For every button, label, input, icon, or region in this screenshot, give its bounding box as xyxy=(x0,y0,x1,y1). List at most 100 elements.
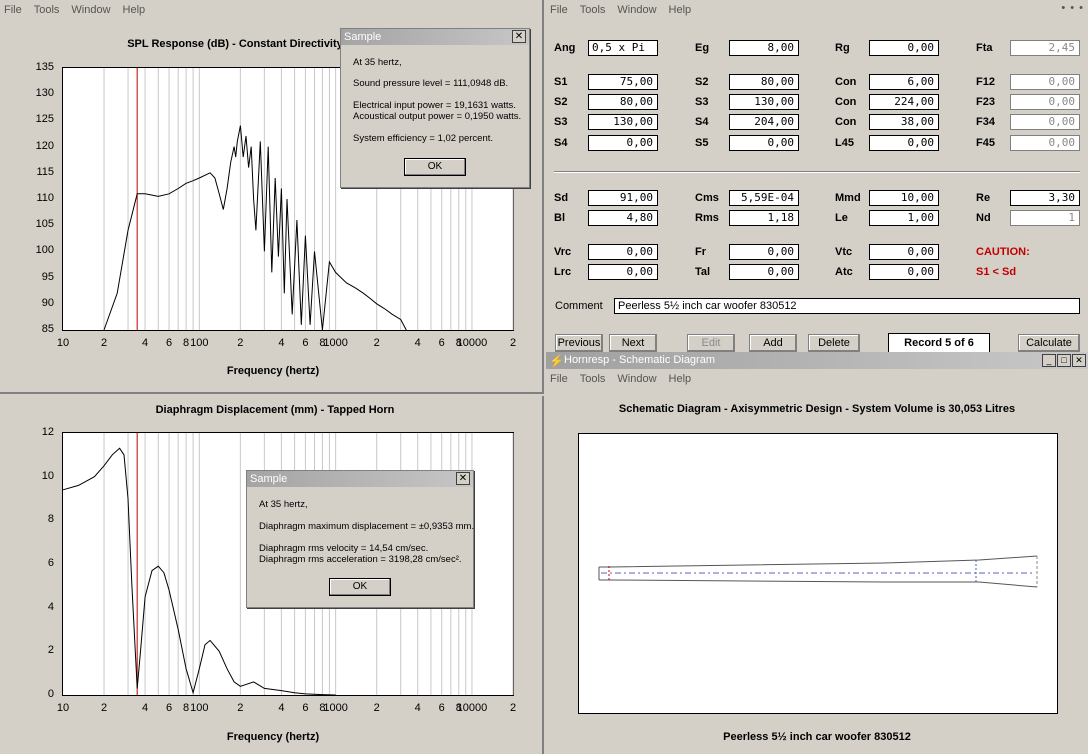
field-vtc[interactable]: 0,00 xyxy=(869,244,939,260)
menu-tools[interactable]: Tools xyxy=(34,4,60,16)
params-menubar: File Tools Window Help xyxy=(546,0,1088,20)
field-fr[interactable]: 0,00 xyxy=(729,244,799,260)
maximize-icon[interactable]: □ xyxy=(1057,354,1071,367)
menu-help[interactable]: Help xyxy=(669,4,692,16)
record-indicator: Record 5 of 6 xyxy=(888,333,990,353)
schematic-window-title: Hornresp - Schematic Diagram xyxy=(564,354,715,366)
label-s4: S4 xyxy=(695,116,709,128)
field-atc[interactable]: 0,00 xyxy=(869,264,939,280)
field-s3b[interactable]: 130,00 xyxy=(588,114,658,130)
field-lrc[interactable]: 0,00 xyxy=(588,264,658,280)
menu-help[interactable]: Help xyxy=(669,373,692,385)
y-tick-label: 115 xyxy=(36,165,54,178)
x-tick-label: 2 xyxy=(100,702,108,714)
close-icon[interactable]: ✕ xyxy=(456,472,470,485)
field-s4[interactable]: 204,00 xyxy=(729,114,799,130)
schematic-titlebar: ⚡ Hornresp - Schematic Diagram _ □ ✕ xyxy=(546,352,1088,369)
y-tick-label: 130 xyxy=(35,87,54,100)
menu-file[interactable]: File xyxy=(4,4,22,16)
x-tick-label: 10000 xyxy=(456,337,488,349)
y-tick-label: 10 xyxy=(41,469,54,482)
y-tick-label: 120 xyxy=(35,139,54,152)
field-cms[interactable]: 5,59E-04 xyxy=(729,190,799,206)
field-fta[interactable]: 2,45 xyxy=(1010,40,1080,56)
dialog-line: At 35 hertz, xyxy=(353,57,402,68)
close-icon[interactable]: ✕ xyxy=(512,30,526,43)
horn-outline-top xyxy=(599,555,1038,568)
field-con-1[interactable]: 6,00 xyxy=(869,74,939,90)
y-tick-label: 4 xyxy=(47,600,54,613)
horn-outline-bottom xyxy=(599,579,1038,588)
label-fta: Fta xyxy=(976,42,993,54)
field-re[interactable]: 3,30 xyxy=(1010,190,1080,206)
previous-button[interactable]: Previous xyxy=(555,334,603,352)
menu-window[interactable]: Window xyxy=(617,4,656,16)
field-f34[interactable]: 0,00 xyxy=(1010,114,1080,130)
comment-field[interactable]: Peerless 5½ inch car woofer 830512 xyxy=(614,298,1080,314)
menu-window[interactable]: Window xyxy=(71,4,110,16)
field-f23[interactable]: 0,00 xyxy=(1010,94,1080,110)
label-s2: S2 xyxy=(695,76,709,88)
menu-file[interactable]: File xyxy=(550,373,568,385)
field-s4b[interactable]: 0,00 xyxy=(588,135,658,151)
dialog-line: Acoustical output power = 0,1950 watts. xyxy=(353,111,522,122)
field-l45[interactable]: 0,00 xyxy=(869,135,939,151)
field-tal[interactable]: 0,00 xyxy=(729,264,799,280)
dialog-line: At 35 hertz, xyxy=(259,499,308,510)
menu-help[interactable]: Help xyxy=(123,4,146,16)
ok-button[interactable]: OK xyxy=(404,158,466,176)
y-tick-label: 125 xyxy=(35,113,54,126)
label-s3: S3 xyxy=(554,116,568,128)
field-s2b[interactable]: 80,00 xyxy=(588,94,658,110)
field-rg[interactable]: 0,00 xyxy=(869,40,939,56)
label-vtc: Vtc xyxy=(835,246,853,258)
field-bl[interactable]: 4,80 xyxy=(588,210,658,226)
field-con-2[interactable]: 224,00 xyxy=(869,94,939,110)
disp-title: Diaphragm Displacement (mm) - Tapped Hor… xyxy=(155,404,395,416)
label-rg: Rg xyxy=(835,42,850,54)
field-s5[interactable]: 0,00 xyxy=(729,135,799,151)
label-f45: F45 xyxy=(976,137,995,149)
menu-window[interactable]: Window xyxy=(617,373,656,385)
spl-xlabel: Frequency (hertz) xyxy=(226,365,320,377)
field-rms[interactable]: 1,18 xyxy=(729,210,799,226)
ok-button[interactable]: OK xyxy=(329,578,391,596)
field-con-3[interactable]: 38,00 xyxy=(869,114,939,130)
add-button[interactable]: Add xyxy=(749,334,797,352)
field-f45[interactable]: 0,00 xyxy=(1010,135,1080,151)
label-s5: S5 xyxy=(695,137,709,149)
menu-tools[interactable]: Tools xyxy=(580,4,606,16)
minimize-icon[interactable]: _ xyxy=(1042,354,1056,367)
field-le[interactable]: 1,00 xyxy=(869,210,939,226)
y-tick-label: 90 xyxy=(41,296,54,309)
menu-tools[interactable]: Tools xyxy=(580,373,606,385)
field-s3[interactable]: 130,00 xyxy=(729,94,799,110)
calculate-button[interactable]: Calculate xyxy=(1018,334,1080,352)
dialog-line: Diaphragm maximum displacement = ±0,9353… xyxy=(259,521,475,532)
field-eg[interactable]: 8,00 xyxy=(729,40,799,56)
label-comment: Comment xyxy=(555,300,603,312)
field-nd[interactable]: 1 xyxy=(1010,210,1080,226)
field-sd[interactable]: 91,00 xyxy=(588,190,658,206)
y-tick-label: 8 xyxy=(47,513,54,526)
schematic-footer: Peerless 5½ inch car woofer 830512 xyxy=(723,731,911,743)
app-icon: ⚡ xyxy=(549,354,564,368)
label-sd: Sd xyxy=(554,192,569,204)
label-l45: L45 xyxy=(835,137,854,149)
field-ang[interactable]: 0,5 x Pi xyxy=(588,40,658,56)
delete-button[interactable]: Delete xyxy=(808,334,860,352)
field-s1[interactable]: 75,00 xyxy=(588,74,658,90)
field-mmd[interactable]: 10,00 xyxy=(869,190,939,206)
dialog-line: Diaphragm rms acceleration = 3198,28 cm/… xyxy=(259,554,462,565)
menu-file[interactable]: File xyxy=(550,4,568,16)
y-tick-label: 100 xyxy=(35,244,54,257)
window-controls[interactable]: • • • xyxy=(1061,2,1084,14)
x-tick-label: 10 xyxy=(56,337,70,349)
field-vrc[interactable]: 0,00 xyxy=(588,244,658,260)
field-s2[interactable]: 80,00 xyxy=(729,74,799,90)
close-icon[interactable]: ✕ xyxy=(1072,354,1086,367)
x-tick-label: 100 xyxy=(190,337,209,349)
field-f12[interactable]: 0,00 xyxy=(1010,74,1080,90)
edit-button[interactable]: Edit xyxy=(687,334,735,352)
next-button[interactable]: Next xyxy=(609,334,657,352)
